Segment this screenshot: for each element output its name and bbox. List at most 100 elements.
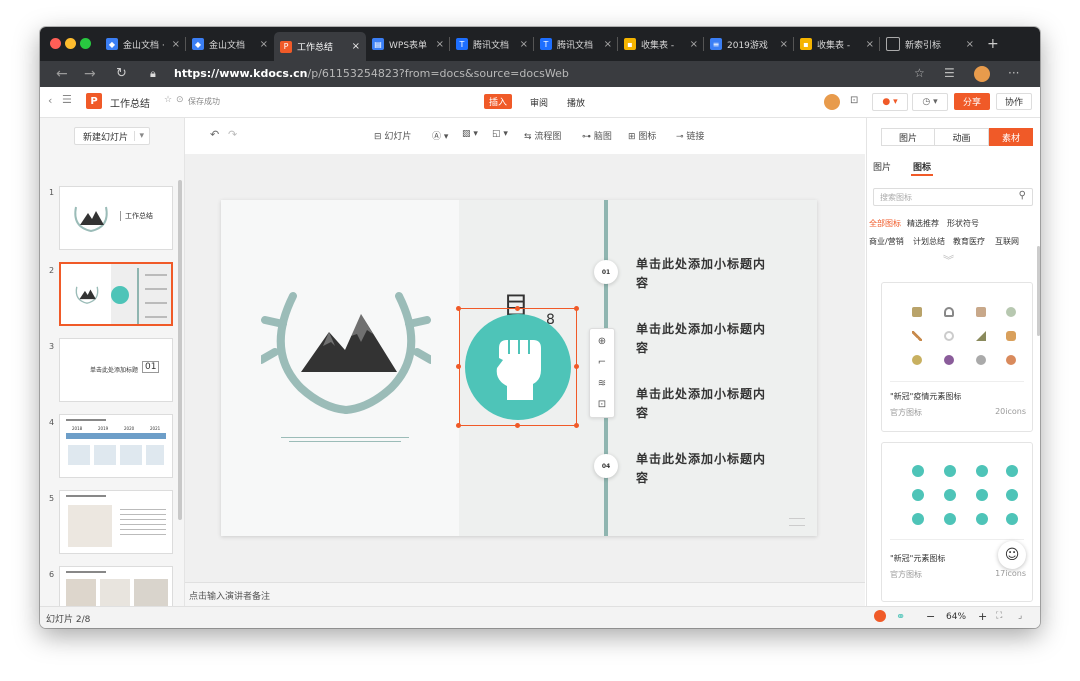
more-icon[interactable]: ··· (1008, 66, 1019, 80)
tab-animation[interactable]: 动画 (935, 128, 989, 146)
tab-collection-2[interactable]: ▪ 收集表 - × (794, 32, 880, 56)
icon-search-input[interactable]: 搜索图标 ⚲ (873, 188, 1033, 206)
category-education-medical[interactable]: 教育医疗 (953, 236, 985, 247)
item-text[interactable]: 单击此处添加小标题内容 (636, 385, 766, 423)
resize-handle[interactable] (574, 423, 579, 428)
chevron-down-icon[interactable]: ▾ (134, 131, 149, 141)
subtab-picture[interactable]: 图片 (873, 160, 891, 173)
tab-new-index[interactable]: 新索引标 × (880, 32, 980, 56)
fullscreen-icon[interactable]: ⌟ (1018, 611, 1022, 621)
category-plan-summary[interactable]: 计划总结 (913, 236, 945, 247)
thumbnail-slide-4[interactable]: 2018 2019 2020 2021 (59, 414, 173, 478)
category-business[interactable]: 商业/营销 (869, 236, 904, 247)
star-icon[interactable]: ☆ (164, 95, 172, 105)
category-shapes[interactable]: 形状符号 (947, 218, 979, 229)
expand-chevron-icon[interactable]: ︾ (943, 252, 954, 268)
play-dropdown[interactable]: ● ▾ (872, 93, 908, 111)
resize-handle[interactable] (456, 306, 461, 311)
new-tab-button[interactable]: + (987, 36, 999, 52)
shape-dropdown[interactable]: ◱ ▾ (492, 129, 508, 139)
fit-screen-icon[interactable]: ⛶ (996, 611, 1002, 621)
thumbnail-slide-1[interactable]: 工作总结 (59, 186, 173, 250)
icon-library-button[interactable]: ⊞ 图标 (628, 129, 656, 142)
category-internet[interactable]: 互联网 (995, 236, 1019, 247)
comment-icon[interactable]: ⊡ (850, 95, 858, 106)
close-icon[interactable]: × (172, 39, 186, 50)
subtab-icon[interactable]: 图标 (913, 160, 931, 173)
tab-tencent-docs-1[interactable]: T 腾讯文档 × (450, 32, 534, 56)
thumbnail-slide-3[interactable]: 单击此处添加标题 01 (59, 338, 173, 402)
panel-scrollbar[interactable] (1037, 246, 1040, 336)
forward-icon[interactable]: → (84, 66, 96, 82)
menu-insert[interactable]: 插入 (484, 94, 512, 109)
assistant-mascot-icon[interactable]: ☺ (998, 541, 1026, 569)
item-text[interactable]: 单击此处添加小标题内容 (636, 320, 766, 358)
thumbnail-slide-2[interactable] (59, 262, 173, 326)
resize-handle[interactable] (574, 364, 579, 369)
close-icon[interactable]: × (604, 39, 618, 50)
undo-icon[interactable]: ↶ (210, 128, 219, 141)
textbox-dropdown[interactable]: Ⓐ ▾ (432, 129, 448, 142)
tab-collection-1[interactable]: ▪ 收集表 - × (618, 32, 704, 56)
doc-title[interactable]: 工作总结 (110, 95, 150, 110)
close-icon[interactable]: × (966, 39, 980, 50)
zoom-window-button[interactable] (80, 38, 91, 49)
tab-2019-games[interactable]: ≡ 2019游戏 × (704, 32, 794, 56)
tab-material[interactable]: 素材 (989, 128, 1033, 146)
icon-set-card[interactable]: "新冠"元素图标 官方图标 17icons ☺ (881, 442, 1033, 602)
profile-avatar[interactable] (974, 66, 990, 82)
fist-icon[interactable] (465, 314, 571, 420)
layers-icon[interactable]: ≋ (592, 373, 612, 393)
new-slide-button[interactable]: 新建幻灯片 ▾ (74, 127, 150, 145)
crop-icon[interactable]: ⌐ (592, 352, 612, 372)
tab-picture[interactable]: 图片 (881, 128, 935, 146)
record-icon[interactable] (874, 610, 886, 622)
share-button[interactable]: 分享 (954, 93, 990, 110)
zoom-out-button[interactable]: − (926, 610, 935, 623)
user-avatar[interactable] (824, 94, 840, 110)
history-dropdown[interactable]: ◷ ▾ (912, 93, 948, 111)
flowchart-button[interactable]: ⇆ 流程图 (524, 129, 561, 142)
image-dropdown[interactable]: ▨ ▾ (462, 129, 478, 139)
resize-handle[interactable] (574, 306, 579, 311)
thumbnail-slide-6[interactable] (59, 566, 173, 606)
close-icon[interactable]: × (690, 39, 704, 50)
tab-kdocs-2[interactable]: ◆ 金山文档 × (186, 32, 274, 56)
close-icon[interactable]: × (260, 39, 274, 50)
collaborate-button[interactable]: 协作 (996, 93, 1032, 110)
back-chevron-icon[interactable]: ‹ (48, 94, 52, 107)
slide-canvas[interactable]: 目 8 ⊕ ⌐ ≋ ⊡ (185, 154, 865, 606)
collaboration-icon[interactable]: ⚭ (896, 610, 905, 623)
thumbnail-slide-5[interactable] (59, 490, 173, 554)
tab-work-summary[interactable]: P 工作总结 × (274, 32, 366, 61)
back-icon[interactable]: ← (56, 66, 68, 82)
speaker-notes[interactable]: 点击输入演讲者备注 (185, 582, 865, 607)
search-icon[interactable]: ⚲ (1019, 190, 1026, 201)
resize-handle[interactable] (456, 364, 461, 369)
link-button[interactable]: ⊸ 链接 (676, 129, 704, 142)
item-text[interactable]: 单击此处添加小标题内容 (636, 255, 766, 293)
menu-play[interactable]: 播放 (567, 96, 585, 109)
tab-wps-form[interactable]: ▤ WPS表单 × (366, 32, 450, 56)
close-window-button[interactable] (50, 38, 61, 49)
menu-icon[interactable]: ☰ (62, 93, 72, 106)
close-icon[interactable]: × (780, 39, 794, 50)
refresh-icon[interactable]: ↻ (116, 66, 127, 81)
slide-layout-button[interactable]: ⊟ 幻灯片 (374, 129, 411, 142)
favorites-list-icon[interactable]: ☰ (944, 66, 955, 80)
close-icon[interactable]: × (520, 39, 534, 50)
menu-review[interactable]: 审阅 (530, 96, 548, 109)
item-text[interactable]: 单击此处添加小标题内容 (636, 450, 766, 488)
resize-handle[interactable] (515, 306, 520, 311)
replace-icon[interactable]: ⊡ (592, 394, 612, 414)
mindmap-button[interactable]: ⊶ 脑图 (582, 129, 612, 142)
minimize-window-button[interactable] (65, 38, 76, 49)
icon-set-card[interactable]: "新冠"疫情元素图标 官方图标 20icons (881, 282, 1033, 432)
zoom-in-icon[interactable]: ⊕ (592, 331, 612, 351)
tab-tencent-docs-2[interactable]: T 腾讯文档 × (534, 32, 618, 56)
redo-icon[interactable]: ↷ (228, 128, 237, 141)
zoom-level[interactable]: 64% (946, 612, 966, 622)
close-icon[interactable]: × (352, 41, 366, 52)
thumbnail-scrollbar[interactable] (178, 180, 182, 520)
tab-kdocs-1[interactable]: ◆ 金山文档 · × (100, 32, 186, 56)
